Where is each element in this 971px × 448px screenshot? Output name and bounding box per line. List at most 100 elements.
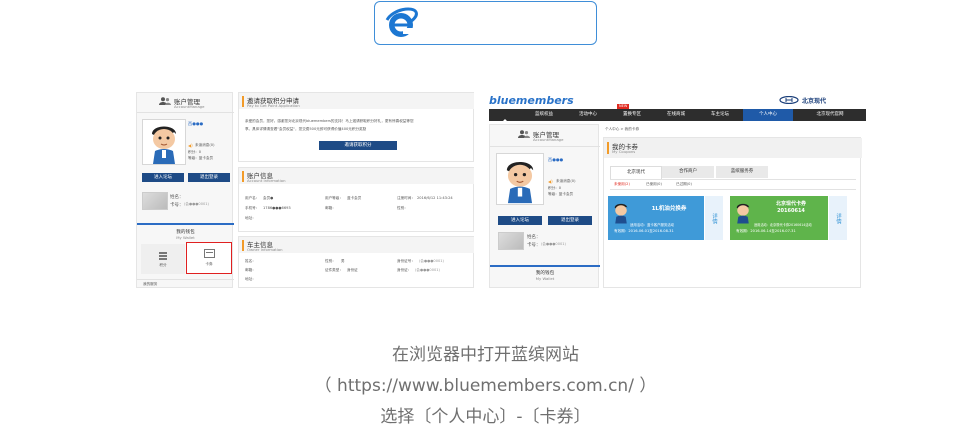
logout-button[interactable]: 退出登录: [188, 173, 230, 182]
nav-item[interactable]: 活动中心: [567, 109, 609, 121]
field-value: 男: [341, 259, 345, 263]
unread-messages[interactable]: 未读消息(0): [195, 143, 214, 148]
card-number-value: (会●●●0001): [184, 202, 209, 206]
divider: [490, 146, 600, 147]
coupon-detail-button[interactable]: 详情: [829, 196, 847, 240]
field-label: 注册时间：: [397, 196, 415, 200]
points: 积分：0: [548, 186, 562, 190]
name-label: 姓名：: [527, 235, 541, 240]
breadcrumb[interactable]: 个人中心 > 我的卡券: [605, 127, 639, 132]
nav-home[interactable]: [491, 111, 519, 126]
coupon-validity: 有效期：2016-06-01至2016-08-31: [614, 229, 674, 233]
card-number-label: 卡号：: [527, 243, 541, 248]
subtab-expired[interactable]: 已过期(0): [676, 182, 692, 187]
divider: [137, 279, 234, 280]
field-label: 证件类型：: [325, 268, 343, 272]
nav-item[interactable]: 车主论坛: [699, 109, 741, 121]
account-info-section: 账户信息 Account Information 用户名： 会员● 用户等级： …: [238, 167, 474, 232]
left-screenshot: 账户管理 AccountManage 西●●● ◀) 未读消息(0) 积分：0 …: [136, 92, 474, 288]
accent-bar: [607, 142, 609, 154]
users-icon: [518, 130, 530, 138]
coupon-card[interactable]: 1L机油兑换券 适用活动：蓝卡客户服务活动 有效期：2016-06-01至201…: [608, 196, 704, 240]
coins-icon: [159, 252, 167, 260]
field-label: 性别：: [397, 206, 408, 210]
wallet-points-tile[interactable]: 积分: [141, 244, 185, 274]
forum-button[interactable]: 进入论坛: [498, 216, 542, 225]
cartoon-avatar-icon: [152, 126, 176, 164]
field-value: 1786●●●6693: [263, 206, 291, 210]
member-level: 等级：蓝卡会员: [188, 156, 214, 160]
card-number-label: 卡号：: [170, 203, 184, 208]
forum-button[interactable]: 进入论坛: [142, 173, 184, 182]
field-value: (会●●●0001): [419, 259, 444, 263]
cartoon-mascot-icon: [736, 203, 750, 224]
field-label: 地址：: [245, 216, 256, 220]
divider: [610, 179, 856, 180]
cartoon-mascot-icon: [614, 203, 628, 224]
nav-item[interactable]: 蓝缤权益: [523, 109, 565, 121]
divider: [137, 223, 234, 225]
username[interactable]: 西●●●: [188, 121, 203, 127]
subtab-used[interactable]: 已使用(0): [646, 182, 662, 187]
coupon-activity: 适用活动：北京现代卡券20160614活动: [754, 223, 812, 227]
field-label: 邮箱：: [325, 206, 336, 210]
apply-subtitle: Pay to Get Point Application: [247, 103, 300, 108]
apply-text-line2: 享。具体详情请查看"会员权益"，您交费500元即可获得价值400元积分奖励: [245, 127, 367, 131]
nav-item[interactable]: 置换专区: [611, 109, 653, 121]
section-header: [604, 138, 862, 158]
wallet-subtitle: My Wallet: [176, 235, 195, 240]
coupon-code: 20160614: [777, 208, 805, 214]
apply-text-line1: 亲爱的会员，您好。感谢您对北京现代bluemembers的支持！马上邀请获取积分…: [245, 119, 414, 123]
coupon-validity: 有效期：2016-06-14至2016-07-31: [736, 229, 796, 233]
coupon-detail-button[interactable]: 详情: [705, 196, 723, 240]
subtab-unused[interactable]: 未使用(2): [614, 182, 630, 187]
coupon-activity: 适用活动：蓝卡客户服务活动: [630, 223, 675, 227]
avatar: [142, 119, 186, 165]
wallet-coupon-tile[interactable]: 卡券: [186, 242, 232, 274]
speaker-icon: ◀): [188, 143, 193, 148]
field-label: 地址：: [245, 277, 256, 281]
right-screenshot: bluemembers 北京现代 蓝缤权益 活动中心 置换专区 NEW 在线商城…: [489, 92, 866, 288]
tab-service-coupons[interactable]: 蓝缤服务券: [716, 166, 768, 178]
caption-line1: 在浏览器中打开蓝缤网站: [392, 345, 579, 365]
member-level: 等级：蓝卡会员: [548, 192, 574, 196]
card-number-value: (会●●●0001): [541, 242, 566, 246]
field-label: 身份证号：: [397, 259, 415, 263]
accent-bar: [242, 171, 244, 182]
unread-messages[interactable]: 未读消息(0): [556, 179, 575, 184]
site-logo[interactable]: bluemembers: [489, 94, 574, 107]
divider: [610, 189, 856, 190]
left-sidebar: 账户管理 AccountManage 西●●● ◀) 未读消息(0) 积分：0 …: [136, 92, 234, 288]
cartoon-avatar-icon: [506, 162, 534, 204]
browser-icon-box: [374, 1, 597, 45]
accent-bar: [242, 240, 244, 251]
points: 积分：0: [188, 150, 202, 154]
tab-partners[interactable]: 合作商户: [662, 166, 714, 178]
field-value: 蓝卡会员: [347, 196, 362, 200]
wallet-item-label: 积分: [159, 263, 167, 267]
my-services-label: 我的服务: [143, 282, 158, 286]
field-value: 2016/6/12 11:43:24: [417, 196, 453, 200]
coupon-card[interactable]: 北京现代卡券 20160614 适用活动：北京现代卡券20160614活动 有效…: [730, 196, 828, 240]
tab-beijing-hyundai[interactable]: 北京现代: [610, 166, 662, 179]
logout-button[interactable]: 退出登录: [548, 216, 592, 225]
nav-item[interactable]: 北京现代官网: [795, 109, 865, 121]
field-value: 身份证: [347, 268, 358, 272]
owner-info-section: 车主信息 Owner Information 姓名： 性别： 男 身份证号： (…: [238, 236, 474, 288]
wallet-item-label: 卡券: [205, 262, 213, 266]
nav-item[interactable]: 在线商城: [655, 109, 697, 121]
field-value: 会员●: [263, 196, 274, 200]
accent-bar: [242, 96, 244, 107]
brand-logo[interactable]: 北京现代: [802, 96, 826, 105]
coupon-title: 1L机油兑换券: [651, 206, 687, 212]
internet-explorer-icon: [385, 7, 418, 37]
username[interactable]: 西●●●: [548, 157, 563, 163]
apply-points-button[interactable]: 邀请获取积分: [319, 141, 397, 150]
nav-item-active[interactable]: 个人中心: [743, 109, 793, 121]
caption-line3: 选择〔个人中心〕-〔卡券〕: [380, 407, 591, 427]
field-label: 用户名：: [245, 196, 260, 200]
field-label: 身份证：: [397, 268, 412, 272]
divider: [137, 112, 234, 113]
new-badge: NEW: [617, 104, 630, 109]
owner-info-subtitle: Owner Information: [247, 247, 283, 252]
